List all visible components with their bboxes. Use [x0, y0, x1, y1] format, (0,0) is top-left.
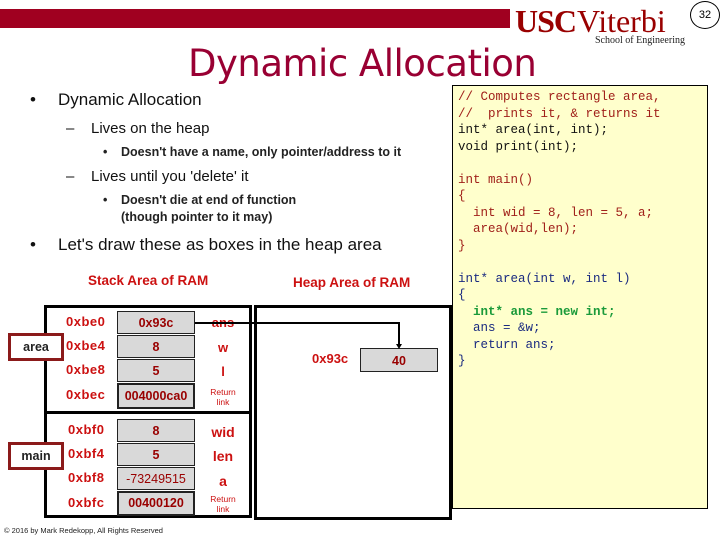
pointer-line: [195, 322, 400, 346]
arrowhead-icon: [396, 344, 402, 349]
copyright-footer: © 2016 by Mark Redekopp, All Rights Rese…: [4, 526, 163, 535]
pointer-arrow: [195, 322, 402, 349]
